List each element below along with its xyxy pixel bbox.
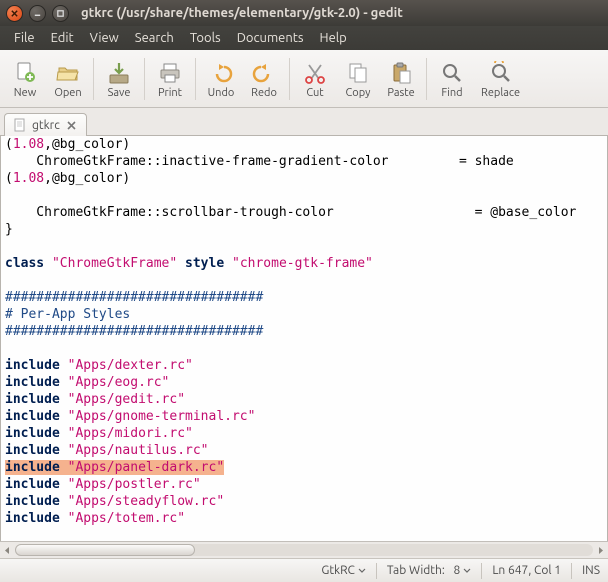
file-icon (13, 118, 27, 132)
toolbar-separator (195, 58, 196, 100)
menu-file[interactable]: File (6, 28, 43, 48)
tool-label: Save (108, 87, 131, 99)
menu-search[interactable]: Search (127, 28, 182, 48)
tab-filename: gtkrc (32, 119, 60, 132)
chevron-down-icon (358, 567, 366, 575)
cut-button[interactable]: Cut (294, 53, 336, 105)
scrollbar-thumb[interactable] (15, 544, 195, 556)
copy-icon (344, 59, 372, 87)
toolbar-separator (144, 58, 145, 100)
tool-label: Replace (481, 87, 520, 99)
tabbar: gtkrc (0, 108, 608, 136)
tool-label: Undo (208, 87, 235, 99)
statusbar: GtkRC Tab Width: 8 Ln 647, Col 1 INS (0, 558, 608, 582)
tool-label: Copy (346, 87, 371, 99)
paste-button[interactable]: Paste (380, 53, 422, 105)
syntax-mode-label: GtkRC (321, 564, 354, 577)
menubar: FileEditViewSearchToolsDocumentsHelp (0, 26, 608, 50)
menu-view[interactable]: View (82, 28, 127, 48)
menu-help[interactable]: Help (312, 28, 355, 48)
open-button[interactable]: Open (47, 53, 89, 105)
redo-button[interactable]: Redo (243, 53, 285, 105)
toolbar-separator (93, 58, 94, 100)
print-button[interactable]: Print (149, 53, 191, 105)
tool-label: Print (158, 87, 182, 99)
tool-label: Open (54, 87, 81, 99)
menu-edit[interactable]: Edit (43, 28, 82, 48)
tab-width-selector[interactable]: Tab Width: 8 (387, 564, 471, 577)
save-icon (105, 59, 133, 87)
maximize-button[interactable] (52, 5, 69, 22)
tool-label: Paste (387, 87, 414, 99)
toolbar-separator (289, 58, 290, 100)
scroll-right-icon[interactable] (595, 545, 606, 556)
paste-icon (387, 59, 415, 87)
open-folder-icon (54, 59, 82, 87)
undo-button[interactable]: Undo (200, 53, 242, 105)
tool-label: Find (441, 87, 462, 99)
menu-tools[interactable]: Tools (182, 28, 229, 48)
cursor-position: Ln 647, Col 1 (492, 564, 561, 577)
new-file-icon (11, 59, 39, 87)
insert-mode: INS (582, 564, 600, 577)
syntax-mode-selector[interactable]: GtkRC (321, 564, 365, 577)
replace-button[interactable]: Replace (474, 53, 527, 105)
undo-icon (207, 59, 235, 87)
save-button[interactable]: Save (98, 53, 140, 105)
toolbar-separator (426, 58, 427, 100)
toolbar: New Open Save Print Undo Redo (0, 50, 608, 108)
horizontal-scrollbar[interactable] (0, 541, 608, 558)
tool-label: New (14, 87, 36, 99)
menu-documents[interactable]: Documents (229, 28, 312, 48)
window-controls (0, 5, 75, 22)
tab-close-icon[interactable] (65, 119, 78, 132)
editor-text[interactable]: (1.08,@bg_color) ChromeGtkFrame::inactiv… (1, 136, 607, 541)
copy-button[interactable]: Copy (337, 53, 379, 105)
replace-icon (487, 59, 515, 87)
chevron-down-icon (463, 567, 471, 575)
tool-label: Cut (306, 87, 323, 99)
scroll-left-icon[interactable] (2, 545, 13, 556)
find-icon (438, 59, 466, 87)
tool-label: Redo (251, 87, 277, 99)
find-button[interactable]: Find (431, 53, 473, 105)
editor-area[interactable]: (1.08,@bg_color) ChromeGtkFrame::inactiv… (0, 136, 608, 541)
minimize-button[interactable] (29, 5, 46, 22)
tab-width-value: 8 (454, 564, 461, 577)
titlebar: gtkrc (/usr/share/themes/elementary/gtk-… (0, 0, 608, 26)
close-button[interactable] (6, 5, 23, 22)
redo-icon (250, 59, 278, 87)
tab-width-label: Tab Width: (387, 564, 445, 577)
print-icon (156, 59, 184, 87)
window-title: gtkrc (/usr/share/themes/elementary/gtk-… (75, 6, 608, 20)
file-tab[interactable]: gtkrc (4, 113, 87, 136)
new-button[interactable]: New (4, 53, 46, 105)
cut-icon (301, 59, 329, 87)
